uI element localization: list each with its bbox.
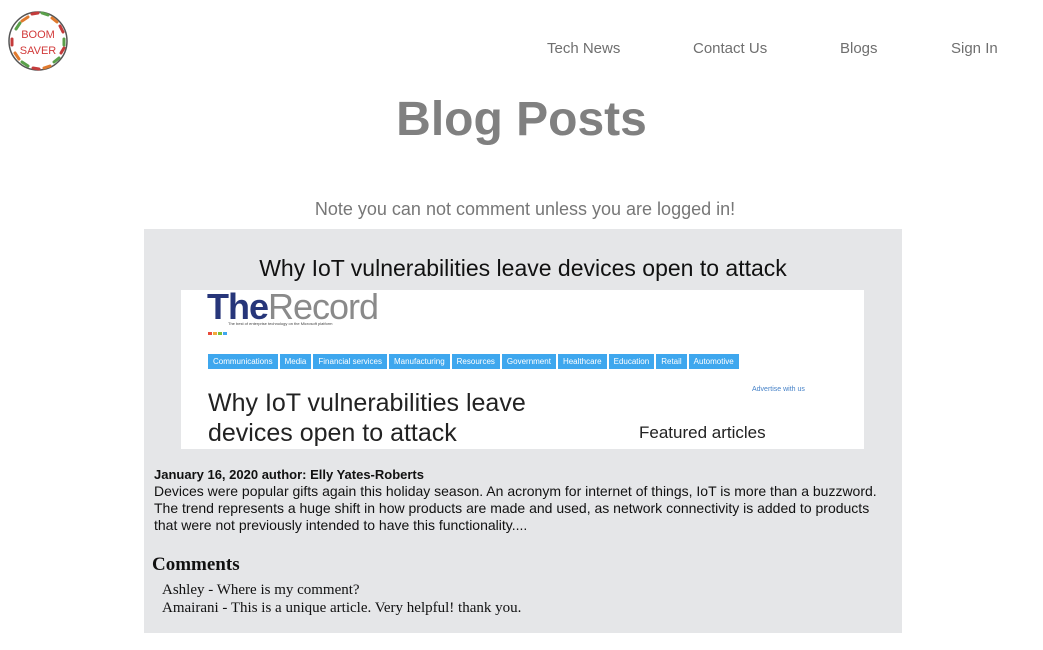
post-excerpt: Devices were popular gifts again this ho… xyxy=(154,483,877,533)
category-tag: Media xyxy=(279,354,312,369)
logo-text-line2: SAVER xyxy=(19,45,57,57)
nav-link-blogs[interactable]: Blogs xyxy=(840,40,878,57)
nav-link-tech-news[interactable]: Tech News xyxy=(547,40,620,57)
category-tag: Government xyxy=(501,354,556,369)
logo-wreath-icon xyxy=(8,11,68,71)
nav-link-sign-in[interactable]: Sign In xyxy=(951,40,998,57)
image-headline-line1: Why IoT vulnerabilities leave xyxy=(208,389,526,417)
post-image[interactable]: TheRecord The best of enterprise technol… xyxy=(181,290,864,449)
brand-dot xyxy=(213,332,217,335)
category-tag: Healthcare xyxy=(557,354,607,369)
login-note: Note you can not comment unless you are … xyxy=(314,199,736,219)
site-logo[interactable]: BOOM SAVER xyxy=(6,9,70,73)
comments-heading: Comments xyxy=(152,554,240,575)
image-headline-line2: devices open to attack xyxy=(208,419,457,447)
comments-list: Ashley - Where is my comment? Amairani -… xyxy=(162,581,521,617)
advertise-link: Advertise with us xyxy=(752,386,805,393)
comment-item: Amairani - This is a unique article. Ver… xyxy=(162,600,522,616)
brand-tagline: The best of enterprise technology on the… xyxy=(228,321,333,326)
blog-post-card: Why IoT vulnerabilities leave devices op… xyxy=(144,229,902,633)
category-tag: Retail xyxy=(656,354,687,369)
category-tag: Manufacturing xyxy=(388,354,450,369)
image-headline: Why IoT vulnerabilities leave devices op… xyxy=(208,388,608,448)
brand-dot xyxy=(223,332,227,335)
brand-dot xyxy=(208,332,212,335)
featured-articles-label: Featured articles xyxy=(639,423,766,442)
brand-dot xyxy=(218,332,222,335)
post-meta: January 16, 2020 author: Elly Yates-Robe… xyxy=(154,467,424,482)
category-tag: Education xyxy=(608,354,655,369)
nav-link-contact-us[interactable]: Contact Us xyxy=(693,40,767,57)
category-tag: Financial services xyxy=(313,354,387,369)
category-tag: Automotive xyxy=(688,354,739,369)
comment-item: Ashley - Where is my comment? xyxy=(162,582,360,598)
logo-text-line1: BOOM xyxy=(21,29,55,41)
post-title[interactable]: Why IoT vulnerabilities leave devices op… xyxy=(144,255,902,282)
page-title: Blog Posts xyxy=(396,93,647,146)
category-tag: Resources xyxy=(451,354,500,369)
category-tags: Communications Media Financial services Man… xyxy=(208,351,741,369)
category-tag: Communications xyxy=(208,354,278,369)
brand-color-dots xyxy=(208,322,228,340)
